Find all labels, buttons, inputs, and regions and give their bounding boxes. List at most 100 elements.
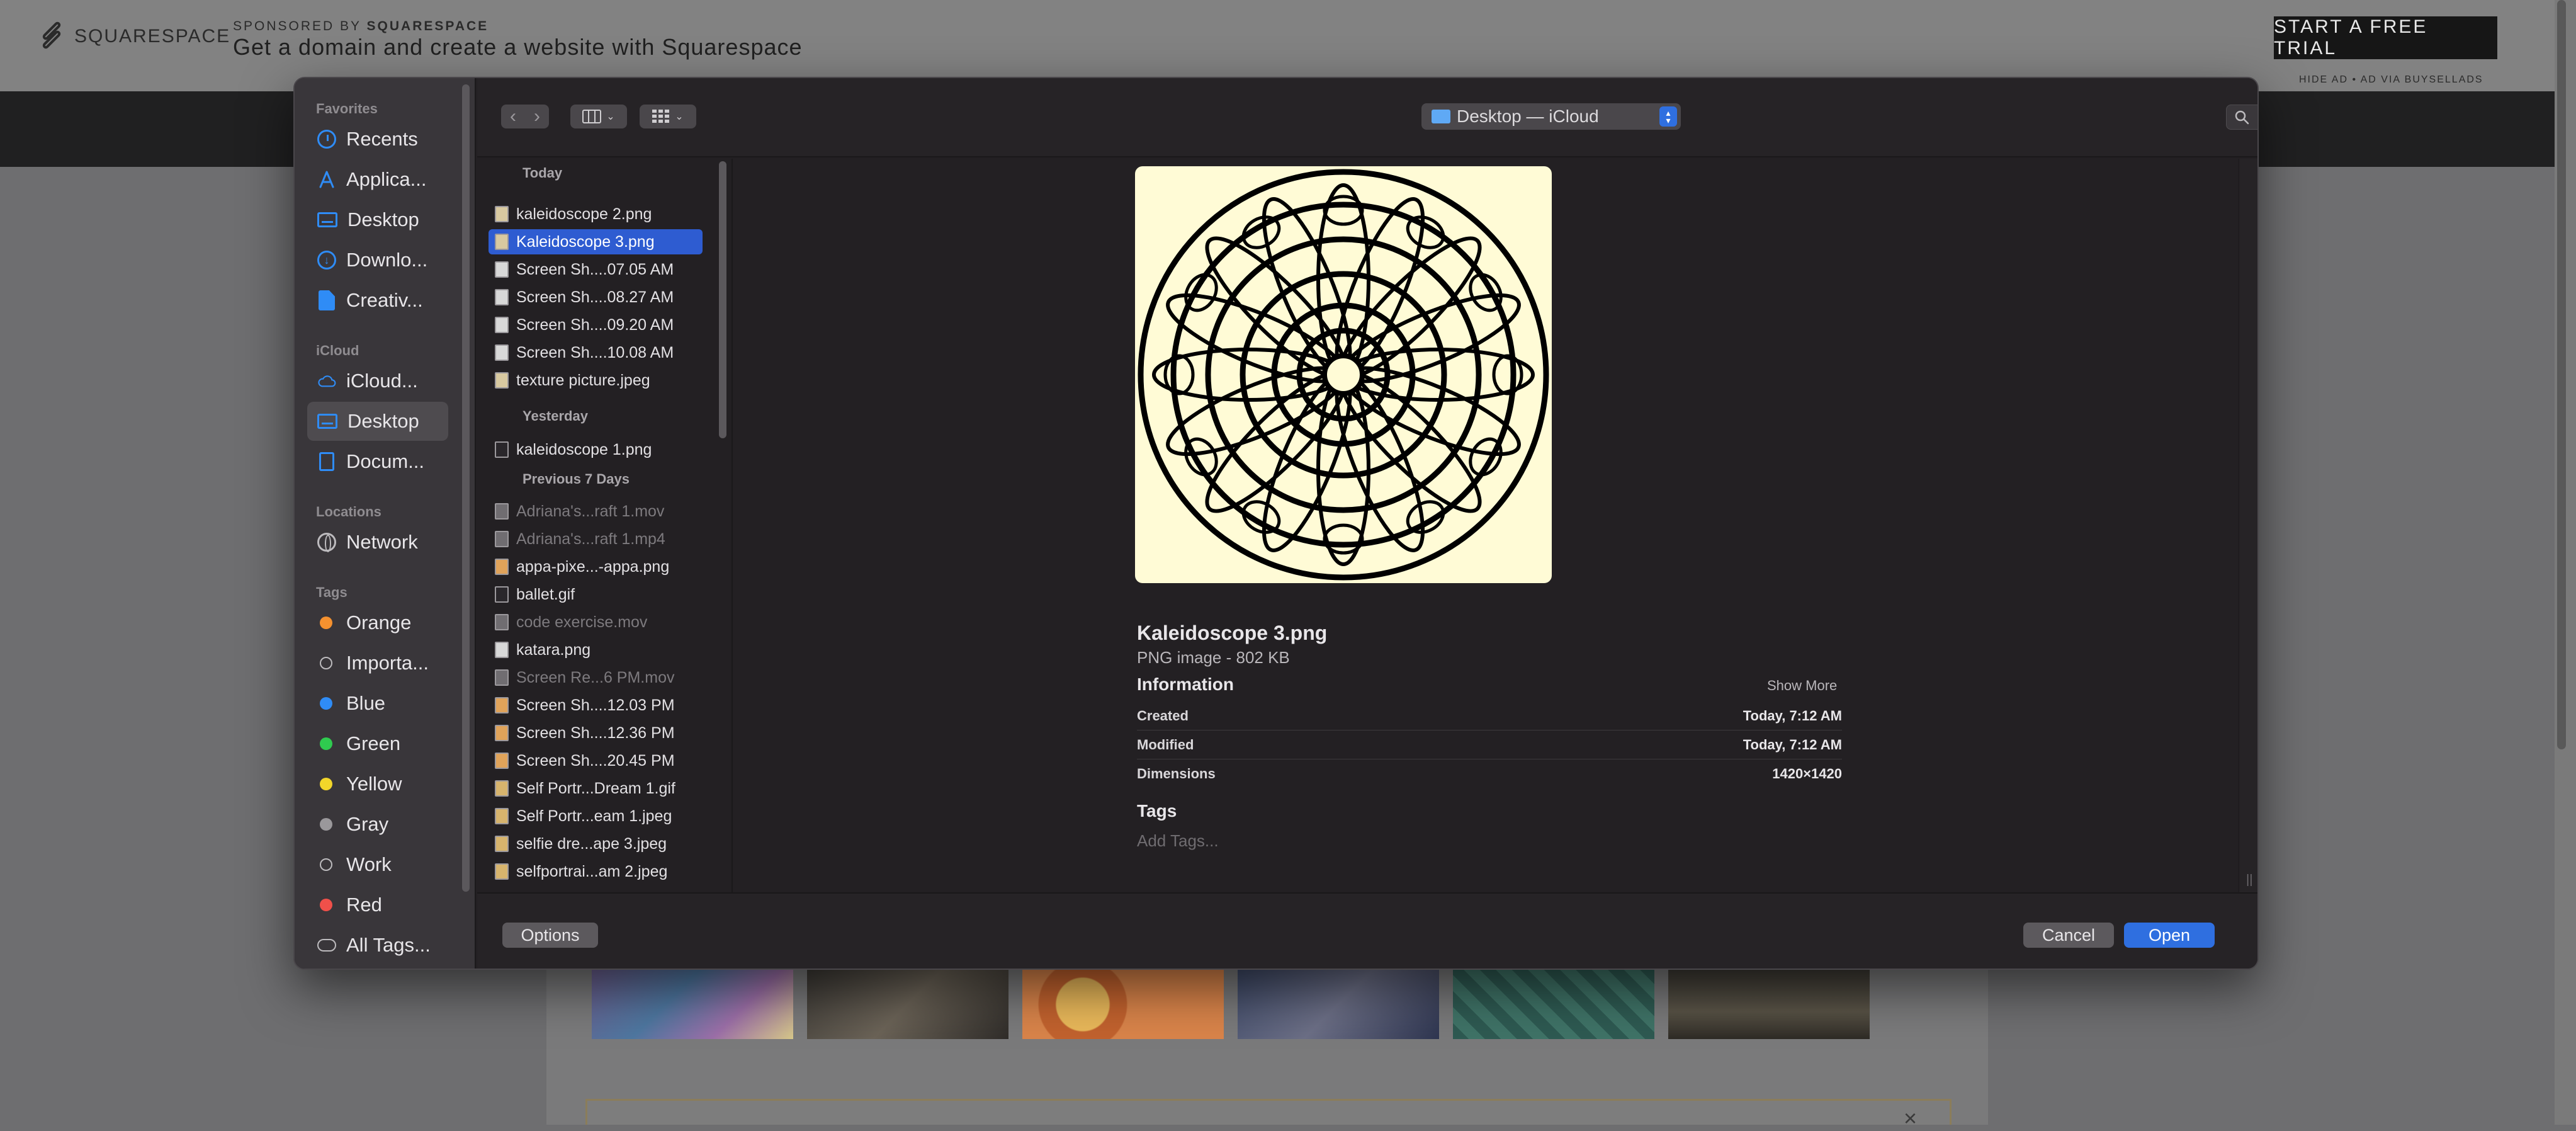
sidebar-item-desktop[interactable]: Desktop (307, 200, 448, 239)
sidebar-tag-all-tags[interactable]: All Tags... (307, 926, 448, 965)
back-icon[interactable]: ‹ (501, 106, 525, 127)
page-scrollbar-thumb[interactable] (2557, 0, 2566, 749)
back-forward-buttons: ‹ › (501, 105, 549, 128)
sidebar-tag-blue[interactable]: Blue (307, 684, 448, 723)
search-field[interactable] (2226, 105, 2257, 130)
file-list-scrollbar[interactable] (719, 161, 726, 438)
info-label: Modified (1137, 736, 1194, 753)
sidebar-tag-green[interactable]: Green (307, 724, 448, 763)
screenshot-file-icon (495, 697, 509, 713)
thumbnail[interactable] (807, 970, 1008, 1039)
gif-file-icon (495, 586, 509, 603)
group-by-button[interactable]: ⌄ (640, 105, 696, 128)
up-down-chevron-icon: ▴ ▾ (1659, 106, 1677, 127)
search-input[interactable] (2256, 106, 2257, 128)
sidebar-item-recents[interactable]: Recents (307, 120, 448, 159)
thumbnail[interactable] (1668, 970, 1870, 1039)
location-popup[interactable]: Desktop — iCloud ▴ ▾ (1421, 103, 1681, 130)
file-row-selected[interactable]: Kaleidoscope 3.png (489, 229, 703, 254)
file-row-disabled: code exercise.mov (489, 610, 703, 635)
column-resize-handle[interactable]: || (2246, 873, 2252, 887)
image-file-icon (495, 372, 509, 389)
sidebar-item-creative[interactable]: Creativ... (307, 281, 448, 320)
file-row[interactable]: selfportrai...am 2.jpeg (489, 859, 703, 884)
sidebar-tag-yellow[interactable]: Yellow (307, 764, 448, 804)
sidebar-item-label: Recents (346, 128, 418, 150)
sidebar-item-applications[interactable]: Applica... (307, 160, 448, 199)
group-header-today: Today (523, 165, 563, 181)
info-row-dimensions: Dimensions 1420×1420 (1137, 759, 1842, 788)
options-button[interactable]: Options (502, 923, 598, 948)
file-row[interactable]: Screen Sh....08.27 AM (489, 285, 703, 310)
file-row[interactable]: selfie dre...ape 3.jpeg (489, 831, 703, 856)
gray-tag-dot (320, 818, 332, 831)
sidebar-item-label: Work (346, 853, 392, 875)
sidebar-item-label: Creativ... (346, 289, 423, 311)
document-icon (317, 452, 336, 471)
hide-ad-link[interactable]: HIDE AD • AD VIA BUYSELLADS (2299, 74, 2483, 86)
screenshot-file-icon (495, 753, 509, 769)
preview-scrollbar[interactable] (2239, 159, 2257, 969)
sidebar-item-downloads[interactable]: ↓ Downlo... (307, 241, 448, 280)
sidebar-tag-red[interactable]: Red (307, 885, 448, 924)
file-row[interactable]: ballet.gif (489, 582, 703, 607)
movie-file-icon (495, 614, 509, 630)
sidebar-scrollbar[interactable] (462, 84, 470, 892)
red-tag-dot (320, 899, 332, 911)
file-row[interactable]: Screen Sh....09.20 AM (489, 312, 703, 338)
orange-tag-dot (320, 617, 332, 629)
forward-icon[interactable]: › (525, 106, 549, 127)
file-row[interactable]: Self Portr...eam 1.jpeg (489, 804, 703, 829)
sidebar-item-icloud-drive[interactable]: iCloud... (307, 361, 448, 401)
folder-icon (1432, 110, 1450, 123)
sidebar-item-label: Network (346, 531, 418, 553)
sidebar-item-documents[interactable]: Docum... (307, 442, 448, 481)
search-icon (2235, 110, 2249, 125)
thumbnail[interactable] (592, 970, 793, 1039)
file-row[interactable]: Self Portr...Dream 1.gif (489, 776, 703, 801)
file-row[interactable]: Screen Sh....07.05 AM (489, 257, 703, 282)
file-row[interactable]: Screen Sh....20.45 PM (489, 748, 703, 773)
sidebar-tag-important[interactable]: Importa... (307, 644, 448, 683)
sidebar-item-label: Applica... (346, 168, 427, 190)
chevron-down-icon: ⌄ (606, 111, 615, 122)
show-more-link[interactable]: Show More (1767, 678, 1837, 694)
image-file-icon (495, 808, 509, 824)
thumbnail[interactable] (1238, 970, 1439, 1039)
clock-icon (317, 130, 336, 149)
sidebar-item-label: iCloud... (346, 370, 418, 392)
blue-tag-dot (320, 697, 332, 710)
settings-bar (585, 1099, 1952, 1125)
cancel-button[interactable]: Cancel (2023, 923, 2114, 948)
sidebar-tag-gray[interactable]: Gray (307, 805, 448, 844)
file-row[interactable]: texture picture.jpeg (489, 368, 703, 393)
image-file-icon (495, 863, 509, 880)
add-tags-input[interactable] (1137, 831, 1452, 851)
file-row[interactable]: appa-pixe...-appa.png (489, 554, 703, 579)
file-row[interactable]: Screen Sh....12.36 PM (489, 720, 703, 746)
file-row[interactable]: katara.png (489, 637, 703, 662)
ad-text[interactable]: Get a domain and create a website with S… (233, 34, 803, 60)
file-row[interactable]: kaleidoscope 1.png (489, 437, 703, 462)
file-row[interactable]: Screen Sh....12.03 PM (489, 693, 703, 718)
file-row[interactable]: Screen Sh....10.08 AM (489, 340, 703, 365)
sidebar-tag-orange[interactable]: Orange (307, 603, 448, 642)
file-row[interactable]: kaleidoscope 2.png (489, 202, 703, 227)
thumbnail[interactable] (1453, 970, 1654, 1039)
tags-heading: Tags (1137, 801, 1177, 821)
sidebar-section-favorites: Favorites (316, 101, 378, 117)
start-free-trial-button[interactable]: START A FREE TRIAL (2274, 16, 2497, 59)
sidebar-item-label: Downlo... (346, 249, 428, 271)
sidebar-tag-work[interactable]: Work (307, 845, 448, 884)
view-mode-button[interactable]: ⌄ (570, 105, 627, 128)
sidebar-section-tags: Tags (316, 584, 347, 600)
sidebar-item-label: Desktop (347, 410, 419, 432)
image-file-icon (495, 836, 509, 852)
thumbnail[interactable] (1022, 970, 1224, 1039)
squarespace-logo[interactable]: SQUARESPACE (38, 20, 230, 50)
sidebar-item-icloud-desktop[interactable]: Desktop (307, 402, 448, 441)
sidebar-item-network[interactable]: Network (307, 523, 448, 562)
sidebar: Favorites Recents Applica... Desktop ↓ D… (295, 78, 476, 969)
open-button[interactable]: Open (2124, 923, 2215, 948)
close-icon[interactable]: × (1904, 1107, 1917, 1130)
